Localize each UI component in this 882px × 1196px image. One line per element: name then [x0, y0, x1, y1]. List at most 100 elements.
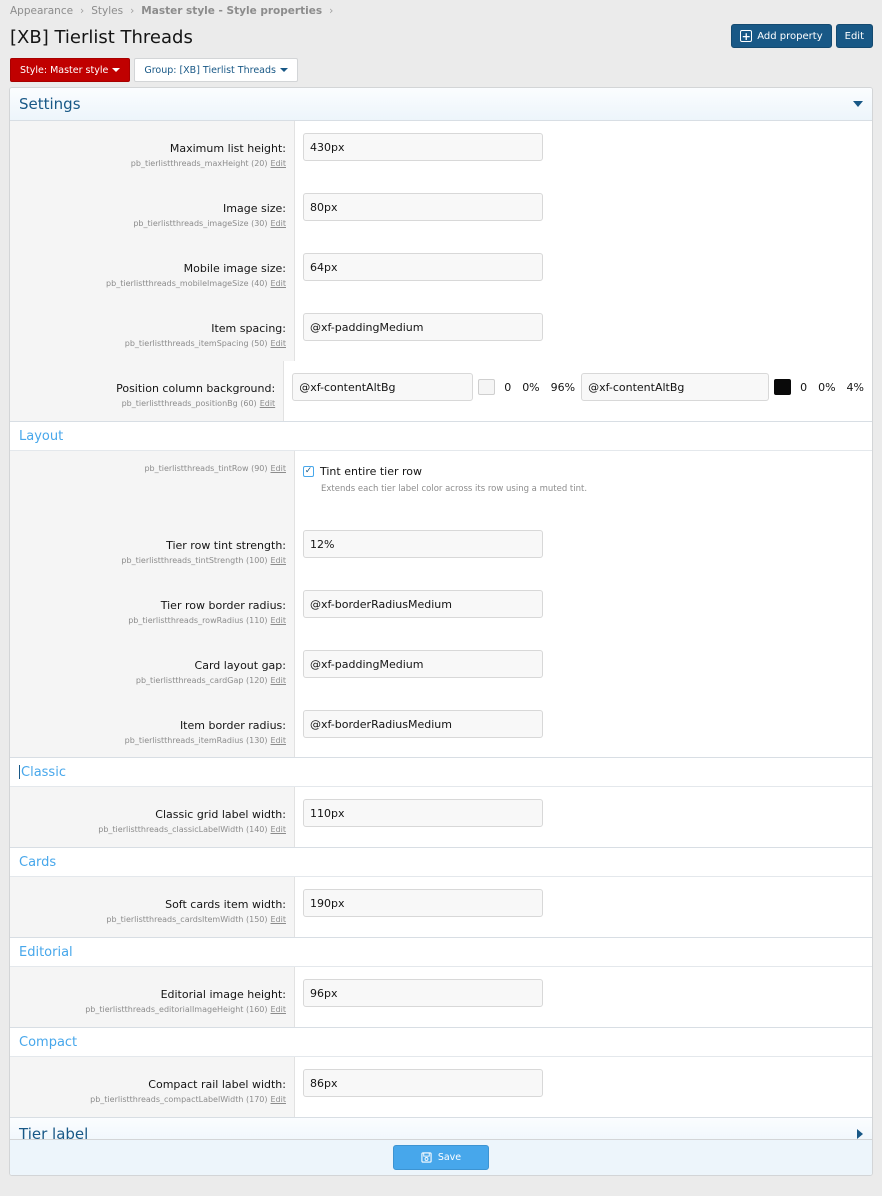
- edit-link[interactable]: Edit: [271, 219, 287, 228]
- mobile-image-size-input[interactable]: 64px: [303, 253, 543, 281]
- settings-title: Settings: [19, 95, 81, 113]
- save-button[interactable]: Save: [393, 1145, 489, 1170]
- edit-link[interactable]: Edit: [271, 825, 287, 834]
- property-meta: pb_tierlistthreads_cardsItemWidth (150) E…: [106, 915, 287, 924]
- layout-subheader: Layout: [10, 421, 872, 451]
- settings-header[interactable]: Settings: [10, 88, 872, 121]
- edit-link[interactable]: Edit: [271, 676, 287, 685]
- item-spacing-input[interactable]: @xf-paddingMedium: [303, 313, 543, 341]
- chevron-right-icon: ›: [130, 5, 135, 17]
- light-color-hsl: 0 0% 96%: [504, 380, 576, 394]
- edit-link[interactable]: Edit: [271, 279, 287, 288]
- property-row: Image size: pb_tierlistthreads_imageSize…: [10, 181, 872, 241]
- collapse-icon: [853, 101, 863, 107]
- property-label: Item border radius:: [179, 719, 286, 732]
- color-pair: @xf-contentAltBg 0 0% 96% @xf-contentAltBg…: [292, 373, 864, 401]
- property-meta: pb_tierlistthreads_positionBg (60) Edit: [121, 399, 276, 408]
- dark-color-swatch[interactable]: [774, 379, 792, 395]
- edit-link[interactable]: Edit: [271, 616, 287, 625]
- style-properties-panel: Settings Maximum list height: pb_tierlis…: [9, 87, 873, 1176]
- tint-strength-input[interactable]: 12%: [303, 530, 543, 558]
- property-meta: pb_tierlistthreads_itemSpacing (50) Edit: [124, 339, 287, 348]
- property-label: Tier row border radius:: [160, 599, 286, 612]
- property-row: Tier row tint strength: pb_tierlistthrea…: [10, 518, 872, 578]
- chevron-right-icon: ›: [329, 5, 334, 17]
- property-row: Item spacing: pb_tierlistthreads_itemSpa…: [10, 301, 872, 361]
- property-label: Item spacing:: [211, 322, 286, 335]
- property-label: Card layout gap:: [194, 659, 286, 672]
- property-row: Editorial image height: pb_tierlistthrea…: [10, 967, 872, 1027]
- property-row: Compact rail label width: pb_tierlistthr…: [10, 1057, 872, 1117]
- property-meta: pb_tierlistthreads_editorialImageHeight …: [85, 1005, 287, 1014]
- property-row: Classic grid label width: pb_tierlistthr…: [10, 787, 872, 847]
- dark-color-input[interactable]: @xf-contentAltBg: [581, 373, 770, 401]
- edit-label: Edit: [844, 30, 864, 42]
- property-meta: pb_tierlistthreads_classicLabelWidth (14…: [98, 825, 287, 834]
- save-icon: [421, 1152, 432, 1163]
- edit-link[interactable]: Edit: [271, 1005, 287, 1014]
- group-selector[interactable]: Group: [XB] Tierlist Threads: [134, 58, 298, 82]
- edit-link[interactable]: Edit: [271, 159, 287, 168]
- edit-link[interactable]: Edit: [271, 736, 287, 745]
- property-meta: pb_tierlistthreads_tintStrength (100) Edi…: [121, 556, 287, 565]
- add-property-label: Add property: [757, 30, 823, 42]
- light-color-input[interactable]: @xf-contentAltBg: [292, 373, 474, 401]
- form-footer: Save: [10, 1139, 872, 1175]
- max-height-input[interactable]: 430px: [303, 133, 543, 161]
- page-actions: + Add property Edit: [731, 24, 873, 48]
- light-color-swatch[interactable]: [478, 379, 496, 395]
- property-row: Item border radius: pb_tierlistthreads_i…: [10, 698, 872, 757]
- property-label: Compact rail label width:: [148, 1078, 286, 1091]
- breadcrumb-style-properties[interactable]: Master style - Style properties: [141, 5, 322, 17]
- expand-icon: [857, 1128, 863, 1139]
- property-meta: pb_tierlistthreads_cardGap (120) Edit: [135, 676, 287, 685]
- compact-label-width-input[interactable]: 86px: [303, 1069, 543, 1097]
- style-selector-label: Style: Master style: [20, 64, 109, 76]
- classic-label-width-input[interactable]: 110px: [303, 799, 543, 827]
- card-gap-input[interactable]: @xf-paddingMedium: [303, 650, 543, 678]
- property-row: pb_tierlistthreads_tintRow (90) Edit ✓ Ti…: [10, 451, 872, 518]
- checkbox-checked-icon[interactable]: ✓: [303, 466, 314, 477]
- property-row: Soft cards item width: pb_tierlistthread…: [10, 877, 872, 937]
- chevron-right-icon: ›: [80, 5, 85, 17]
- editorial-image-height-input[interactable]: 96px: [303, 979, 543, 1007]
- page-title: [XB] Tierlist Threads: [10, 27, 193, 48]
- property-label: Position column background:: [116, 382, 276, 395]
- tint-row-checkbox[interactable]: ✓ Tint entire tier row: [303, 465, 864, 478]
- style-selector[interactable]: Style: Master style: [10, 58, 131, 82]
- filter-row: Style: Master style Group: [XB] Tierlist…: [10, 58, 298, 82]
- edit-link[interactable]: Edit: [271, 464, 287, 473]
- row-radius-input[interactable]: @xf-borderRadiusMedium: [303, 590, 543, 618]
- cards-item-width-input[interactable]: 190px: [303, 889, 543, 917]
- property-meta: pb_tierlistthreads_maxHeight (20) Edit: [130, 159, 287, 168]
- property-meta: pb_tierlistthreads_compactLabelWidth (17…: [90, 1095, 287, 1104]
- edit-link[interactable]: Edit: [271, 1095, 287, 1104]
- group-selector-label: Group: [XB] Tierlist Threads: [144, 64, 276, 76]
- property-label: Editorial image height:: [160, 988, 286, 1001]
- property-row: Tier row border radius: pb_tierlistthrea…: [10, 578, 872, 638]
- property-label: Maximum list height:: [169, 142, 286, 155]
- breadcrumb-styles[interactable]: Styles: [91, 5, 123, 17]
- caret-down-icon: [279, 68, 288, 72]
- property-meta: pb_tierlistthreads_mobileImageSize (40) E…: [106, 279, 287, 288]
- breadcrumb-appearance[interactable]: Appearance: [10, 5, 73, 17]
- edit-link[interactable]: Edit: [271, 915, 287, 924]
- save-label: Save: [437, 1152, 462, 1163]
- property-label: Mobile image size:: [183, 262, 286, 275]
- add-property-button[interactable]: + Add property: [731, 24, 832, 48]
- caret-down-icon: [112, 68, 121, 72]
- image-size-input[interactable]: 80px: [303, 193, 543, 221]
- edit-button[interactable]: Edit: [835, 24, 873, 48]
- property-row: Card layout gap: pb_tierlistthreads_card…: [10, 638, 872, 698]
- cards-subheader: Cards: [10, 847, 872, 877]
- property-label: Image size:: [223, 202, 286, 215]
- edit-link[interactable]: Edit: [260, 399, 276, 408]
- item-radius-input[interactable]: @xf-borderRadiusMedium: [303, 710, 543, 738]
- dark-color-hsl: 0 0% 4%: [800, 380, 864, 394]
- tint-row-description: Extends each tier label color across its…: [321, 484, 588, 494]
- property-meta: pb_tierlistthreads_itemRadius (130) Edit: [124, 736, 287, 745]
- property-row: Maximum list height: pb_tierlistthreads_…: [10, 121, 872, 181]
- edit-link[interactable]: Edit: [271, 556, 287, 565]
- edit-link[interactable]: Edit: [271, 339, 287, 348]
- classic-subheader: Classic: [10, 757, 872, 787]
